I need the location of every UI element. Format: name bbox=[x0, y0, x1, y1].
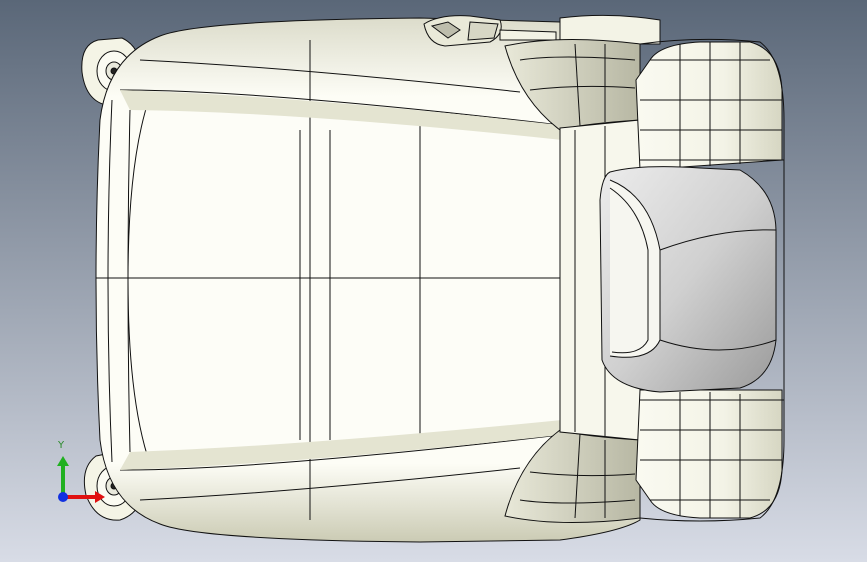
triad-y-label: Y bbox=[58, 440, 65, 451]
cad-3d-viewport[interactable]: Y bbox=[0, 0, 867, 562]
backrest-pad-upper[interactable] bbox=[635, 41, 783, 171]
seat-cushion[interactable] bbox=[127, 95, 561, 465]
backrest-pad-lower[interactable] bbox=[635, 389, 783, 519]
model-view-canvas[interactable] bbox=[0, 0, 867, 562]
seat-model[interactable] bbox=[81, 14, 785, 543]
z-axis-dot bbox=[58, 492, 68, 502]
headrest[interactable] bbox=[599, 166, 777, 393]
